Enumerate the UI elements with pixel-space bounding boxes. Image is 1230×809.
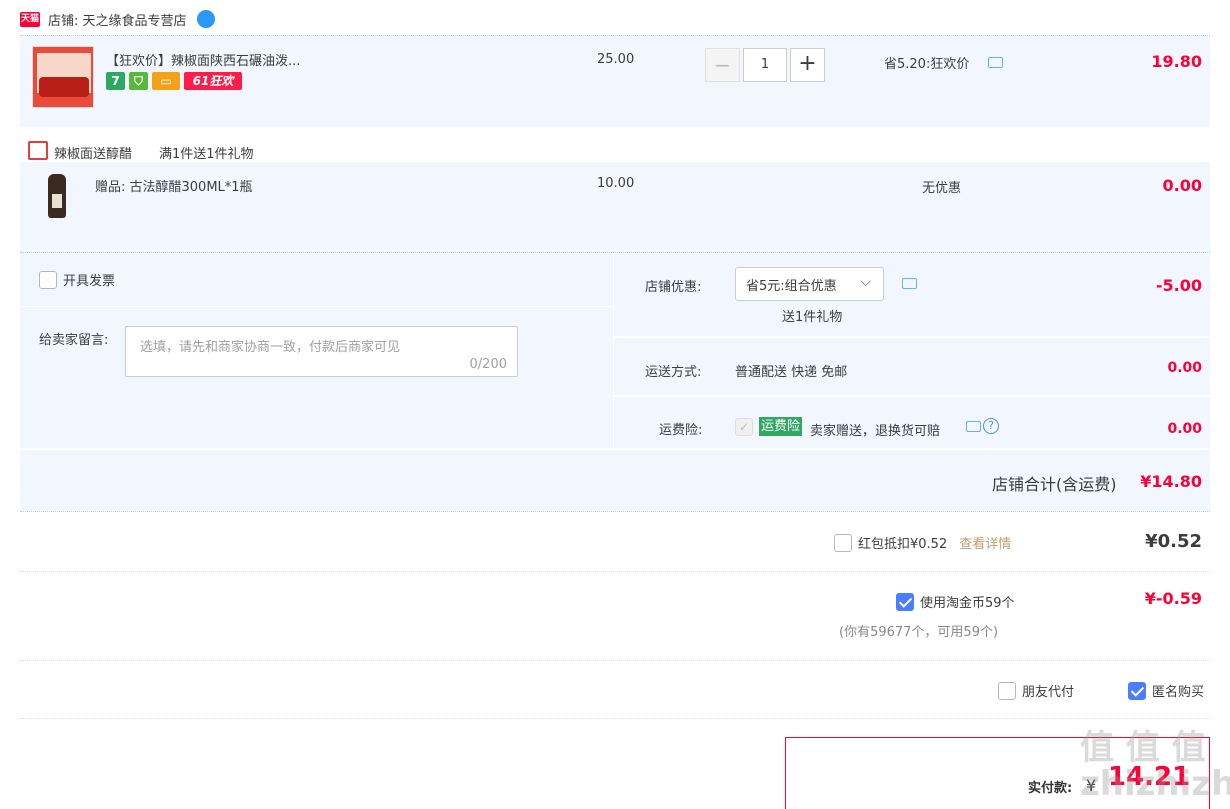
message-counter: 0/200 <box>469 357 507 372</box>
coins-checkbox[interactable] <box>896 592 914 611</box>
product-total: 19.80 <box>1151 52 1202 71</box>
divider <box>614 395 1210 397</box>
message-placeholder: 选填，请先和商家协商一致，付款后商家可见 <box>140 340 401 355</box>
product-thumbnail[interactable] <box>32 46 94 108</box>
red-packet-label: 红包抵扣¥0.52 <box>858 537 948 552</box>
friend-pay-checkbox[interactable] <box>998 681 1016 700</box>
gift-promo-text: 无优惠 <box>922 181 962 196</box>
gift-promo-rule: 满1件送1件礼物 <box>159 147 254 162</box>
product-title[interactable]: 【狂欢价】辣椒面陕西石碾油泼... <box>106 50 300 69</box>
shop-total-amount: ¥14.80 <box>1140 472 1202 491</box>
shop-discount-amount: -5.00 <box>1155 276 1202 295</box>
shop-total-label: 店铺合计(含运费) <box>992 475 1117 494</box>
tmall-badge: 天猫 <box>20 11 40 27</box>
insurance-amount: 0.00 <box>1167 421 1202 437</box>
gift-total: 0.00 <box>1162 176 1202 195</box>
message-input[interactable]: 选填，请先和商家协商一致，付款后商家可见 0/200 <box>125 326 518 377</box>
insurance-checkbox: ✓ <box>735 418 753 436</box>
shop-discount-note: 送1件礼物 <box>782 310 843 325</box>
shop-name[interactable]: 店铺: 天之缘食品专营店 <box>48 10 187 29</box>
divider <box>20 660 1210 661</box>
product-promo: 省5.20:狂欢价 <box>884 57 970 72</box>
shop-header: 天猫 店铺: 天之缘食品专营店 <box>20 10 215 29</box>
coins-label: 使用淘金币59个 <box>920 596 1015 611</box>
insurance-badge: 运费险 <box>759 417 803 436</box>
anonymous-option[interactable]: 匿名购买 <box>1128 681 1204 700</box>
coins-amount: ¥-0.59 <box>1144 589 1202 608</box>
invoice-checkbox[interactable] <box>39 270 57 289</box>
gift-icon <box>28 141 48 160</box>
insurance-text: 卖家赠送，退换货可赔 <box>810 424 941 439</box>
friend-pay-label: 朋友代付 <box>1022 685 1075 700</box>
help-icon[interactable]: ? <box>983 418 999 434</box>
shop-discount-select[interactable]: 省5元:组合优惠 ⌵ <box>735 267 884 301</box>
coins-option[interactable]: 使用淘金币59个 <box>896 592 1015 611</box>
red-packet-checkbox[interactable] <box>834 533 852 552</box>
gift-thumbnail[interactable] <box>48 174 66 218</box>
gift-promo-name: 辣椒面送醇醋 <box>54 147 133 162</box>
seven-day-return-icon: 7 <box>106 72 125 90</box>
currency-symbol: ¥ <box>1086 776 1097 795</box>
shop-discount-value: 省5元:组合优惠 <box>746 278 837 294</box>
increase-button[interactable]: + <box>790 48 825 82</box>
chevron-down-icon: ⌵ <box>860 274 871 290</box>
coins-note: (你有59677个，可用59个) <box>839 625 999 640</box>
decrease-button[interactable]: − <box>705 48 740 82</box>
discount-chat-icon[interactable] <box>902 278 917 289</box>
payment-label: 实付款: <box>1028 781 1073 796</box>
payment-amount: 14.21 <box>1108 762 1191 792</box>
payment-box: 实付款: ¥ 14.21 <box>785 737 1210 809</box>
divider <box>21 306 613 307</box>
quantity-stepper: − 1 + <box>705 48 825 82</box>
card-pay-icon: ▭ <box>152 72 180 90</box>
red-packet-details-link[interactable]: 查看详情 <box>959 533 1011 552</box>
anonymous-label: 匿名购买 <box>1152 685 1205 700</box>
message-label: 给卖家留言: <box>39 333 109 348</box>
gift-title: 赠品: 古法醇醋300ML*1瓶 <box>95 180 253 195</box>
divider <box>613 253 614 449</box>
product-price: 25.00 <box>597 52 635 67</box>
divider <box>20 571 1210 572</box>
wangwang-chat-icon[interactable] <box>196 10 215 28</box>
guarantee-icon: ⛉ <box>129 72 148 90</box>
insurance-label: 运费险: <box>659 423 703 438</box>
shipping-label: 运送方式: <box>645 365 702 380</box>
anonymous-checkbox[interactable] <box>1128 681 1146 700</box>
product-tags: 7 ⛉ ▭ 61狂欢 <box>106 72 242 90</box>
invoice-label: 开具发票 <box>63 274 116 289</box>
friend-pay-option[interactable]: 朋友代付 <box>998 681 1074 700</box>
red-packet-amount: ¥0.52 <box>1145 531 1202 552</box>
promo-618-tag: 61狂欢 <box>184 72 242 90</box>
divider <box>20 718 1210 719</box>
promo-chat-icon[interactable] <box>988 57 1003 68</box>
shop-discount-label: 店铺优惠: <box>645 280 702 295</box>
invoice-option[interactable]: 开具发票 <box>39 270 115 289</box>
gift-price: 10.00 <box>597 176 635 191</box>
quantity-input[interactable]: 1 <box>743 48 787 82</box>
red-packet-option[interactable]: 红包抵扣¥0.52 查看详情 <box>834 533 1011 552</box>
shipping-amount: 0.00 <box>1167 360 1202 376</box>
insurance-chat-icon[interactable] <box>966 421 981 432</box>
divider <box>614 336 1210 338</box>
shipping-method: 普通配送 快递 免邮 <box>735 365 848 380</box>
